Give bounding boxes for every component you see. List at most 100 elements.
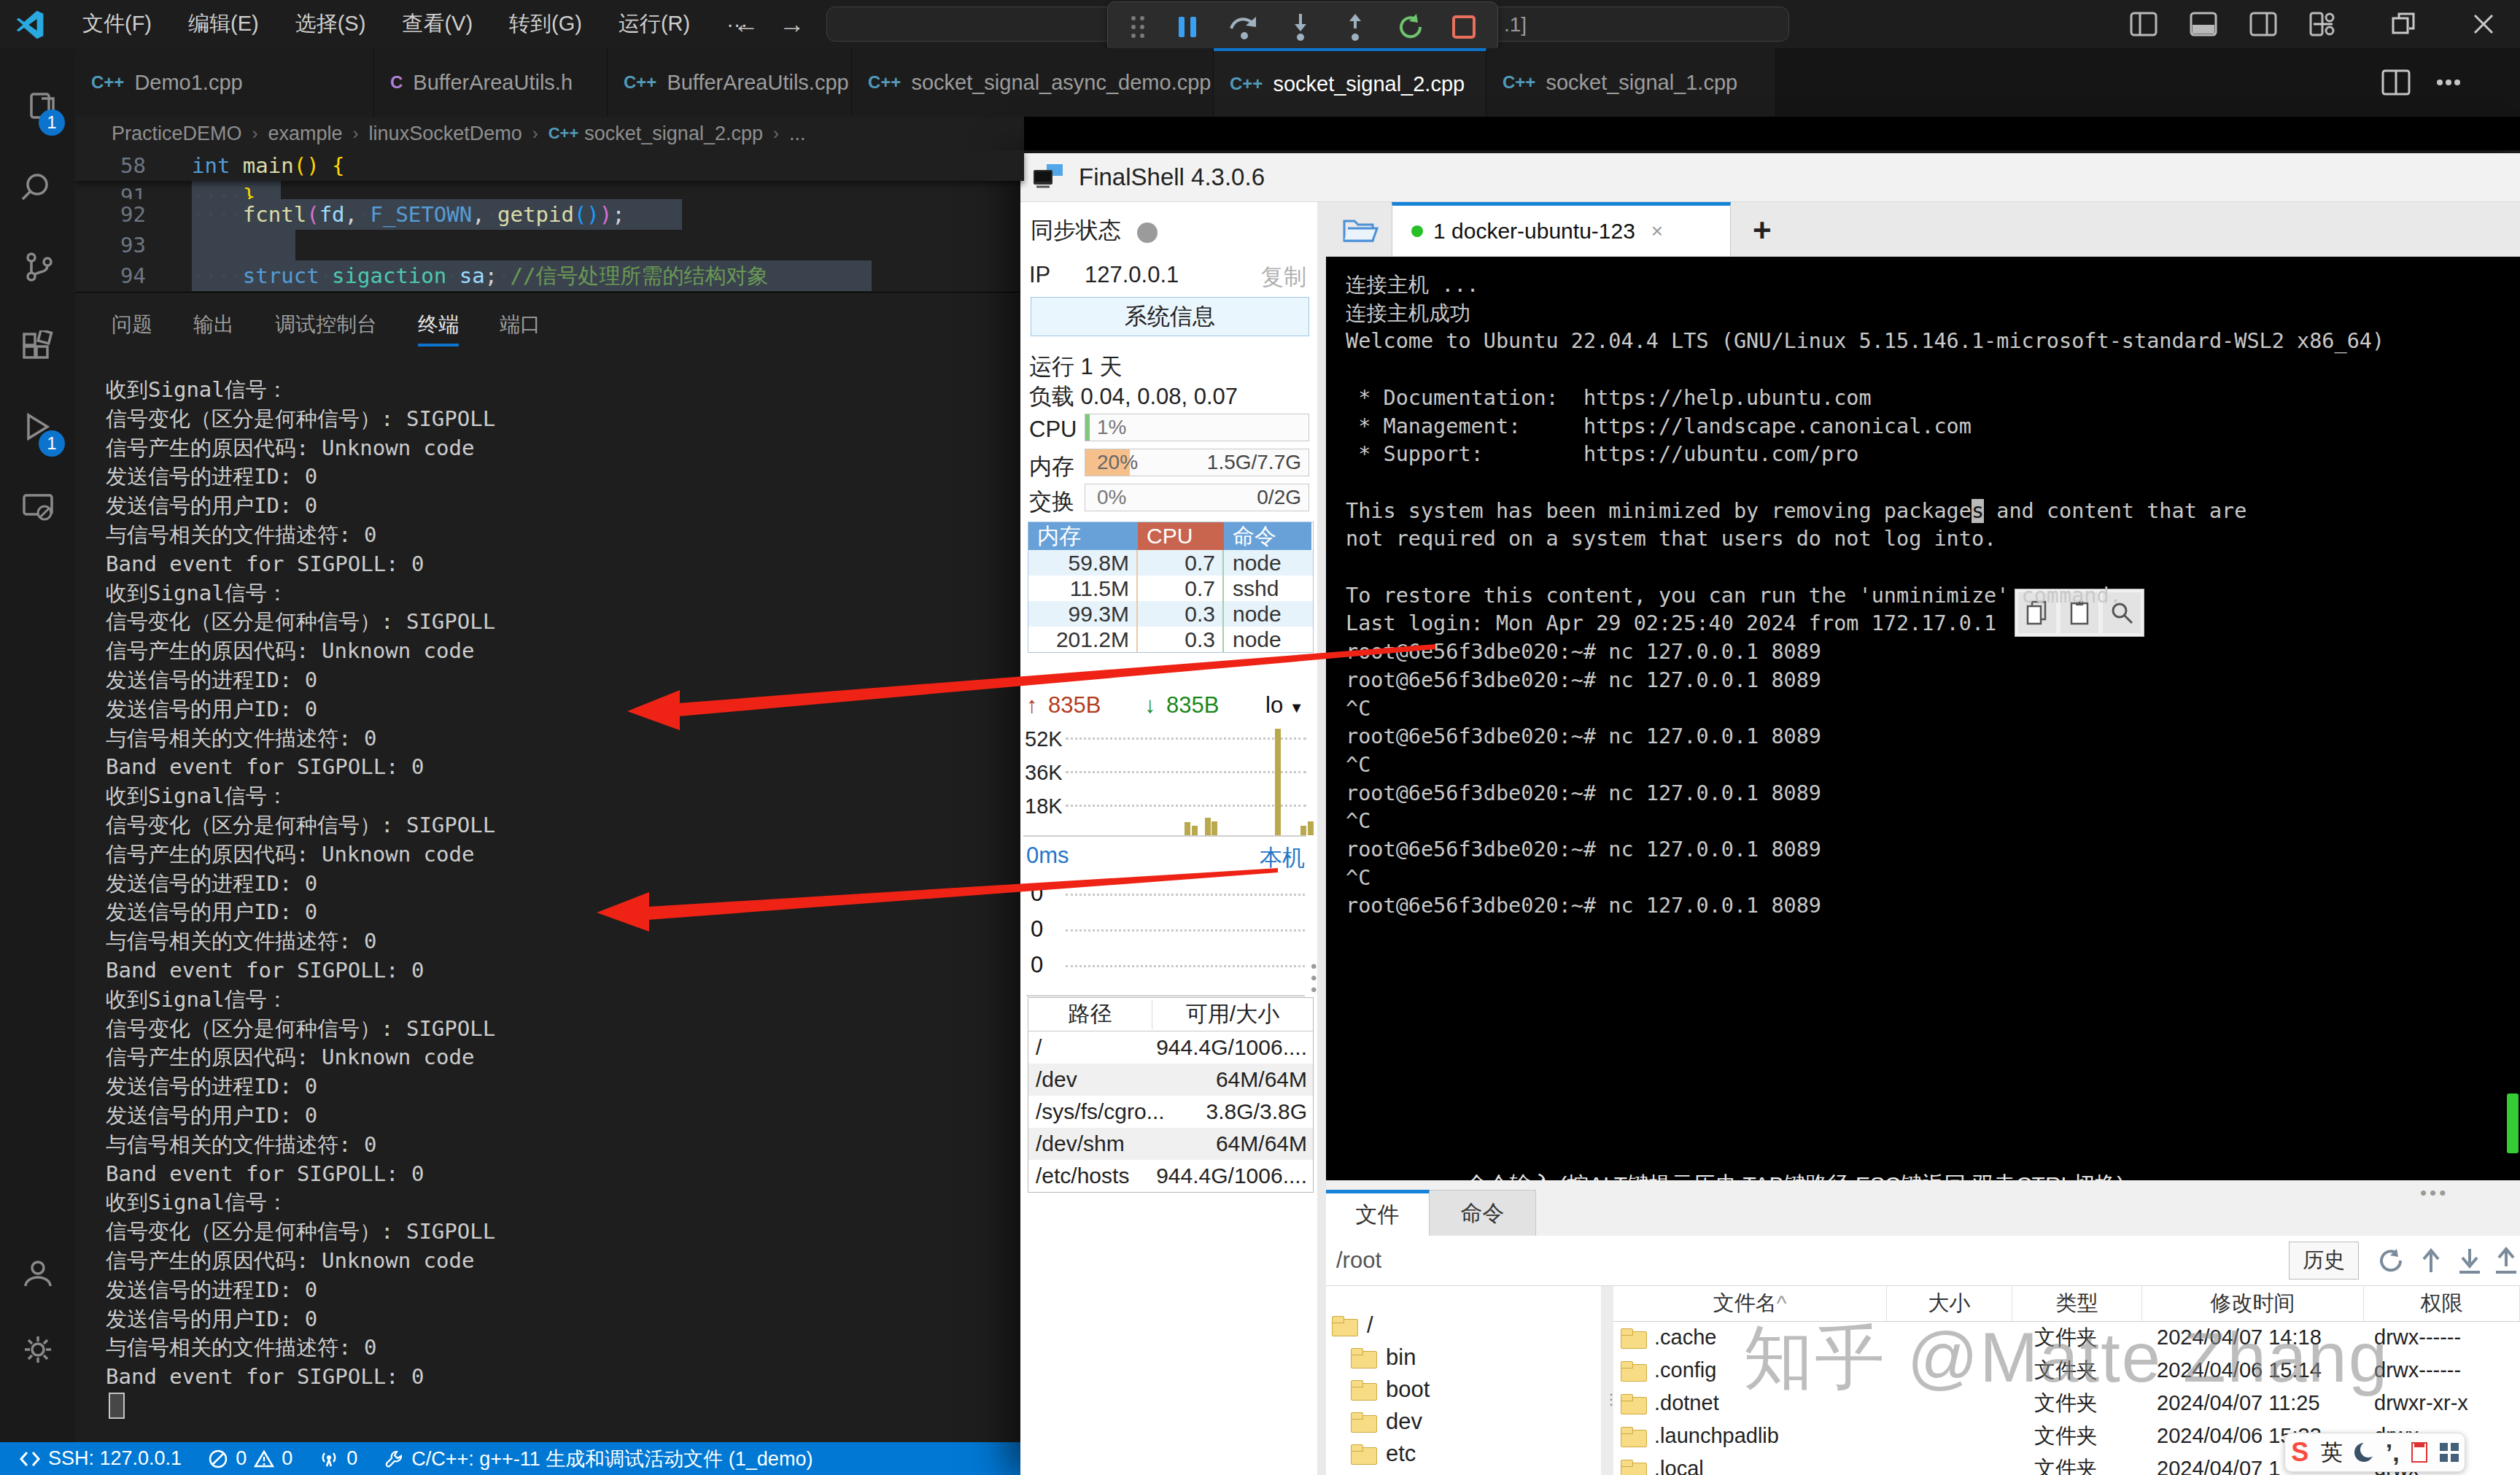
menu-item[interactable]: 文件(F) (69, 7, 165, 42)
ime-clipboard-icon[interactable] (2411, 1442, 2427, 1463)
new-tab-icon[interactable]: + (1753, 212, 1772, 249)
editor-tab[interactable]: C++socket_signal_1.cpp (1486, 48, 1776, 117)
copy-button[interactable]: 复制 (1261, 262, 1306, 293)
process-row[interactable]: 201.2M0.3node (1028, 627, 1313, 652)
up-level-icon[interactable] (2416, 1246, 2446, 1275)
disk-row[interactable]: /944.4G/1006.... (1028, 1031, 1313, 1064)
panel-tab-item[interactable]: 端口 (500, 303, 540, 347)
history-button[interactable]: 历史 (2289, 1242, 2359, 1280)
tab-commands[interactable]: 命令 (1430, 1190, 1536, 1236)
more-actions-icon[interactable] (2435, 78, 2462, 87)
integrated-terminal[interactable]: 收到Signal信号：信号变化（区分是何种信号）: SIGPOLL信号产生的原因… (106, 375, 1010, 1418)
sogou-logo[interactable]: S (2291, 1437, 2308, 1468)
menu-item[interactable]: 选择(S) (282, 7, 379, 42)
step-over-icon[interactable] (1228, 12, 1260, 42)
process-row[interactable]: 99.3M0.3node (1028, 601, 1313, 627)
panel-tab-item[interactable]: 输出 (193, 303, 234, 347)
menu-item[interactable]: 转到(G) (496, 7, 595, 42)
process-col-header[interactable]: 内存 (1028, 522, 1138, 550)
ime-grid-icon[interactable] (2440, 1443, 2459, 1462)
panel-tab-item[interactable]: 调试控制台 (275, 303, 377, 347)
restart-icon[interactable] (1396, 12, 1425, 42)
tab-files[interactable]: 文件 (1326, 1190, 1430, 1236)
open-folder-icon[interactable] (1342, 215, 1380, 244)
file-row-name[interactable]: .local (1621, 1452, 1883, 1475)
extensions-icon[interactable] (0, 311, 75, 384)
close-button[interactable] (2447, 0, 2520, 48)
breadcrumb-item[interactable]: socket_signal_2.cpp (584, 123, 763, 145)
disk-row[interactable]: /dev/shm64M/64M (1028, 1128, 1313, 1160)
toggle-panel-icon[interactable] (2190, 12, 2217, 36)
explorer-icon[interactable]: 1 (0, 70, 75, 143)
tree-scrollbar[interactable]: ⋮ (1601, 1286, 1613, 1475)
file-row-name[interactable]: .launchpadlib (1621, 1420, 1883, 1452)
breadcrumb-item[interactable]: ... (789, 123, 806, 145)
interface-select[interactable]: lo ▼ (1265, 692, 1304, 719)
terminal-scrollbar[interactable] (2507, 1093, 2519, 1153)
editor-tab[interactable]: C++socket_signal_async_demo.cpp (852, 48, 1214, 117)
upload-icon[interactable] (2492, 1246, 2520, 1275)
ping-host[interactable]: 本机 (1260, 843, 1305, 873)
nav-back-icon[interactable]: ← (733, 0, 759, 48)
breadcrumb-item[interactable]: linuxSocketDemo (369, 123, 522, 145)
remote-explorer-icon[interactable] (0, 471, 75, 544)
panel-tab-active[interactable]: 终端 (418, 303, 459, 347)
ssh-terminal[interactable]: 命令输入 (按ALT键提示历史,TAB键路径,ESC键返回,双击CTRL切换) … (1326, 257, 2520, 1180)
split-editor-icon[interactable] (2381, 69, 2411, 96)
minimize-button[interactable] (2287, 0, 2360, 48)
editor-tab[interactable]: C++socket_signal_2.cpp (1214, 48, 1486, 117)
disk-row[interactable]: /dev64M/64M (1028, 1064, 1313, 1096)
run-debug-icon[interactable]: 1 (0, 391, 75, 464)
accounts-icon[interactable] (0, 1237, 75, 1310)
step-out-icon[interactable] (1341, 12, 1370, 42)
task-indicator[interactable]: C/C++: g++-11 生成和调试活动文件 (1_demo) (371, 1442, 826, 1475)
system-info-button[interactable]: 系统信息 (1031, 297, 1309, 336)
remote-indicator[interactable]: SSH: 127.0.0.1 (0, 1442, 195, 1475)
tree-item[interactable]: etc (1351, 1441, 1416, 1467)
disk-row[interactable]: /sys/fs/cgro...3.8G/3.8G (1028, 1096, 1313, 1128)
restore-button[interactable] (2367, 0, 2440, 48)
problems-indicator[interactable]: 0 0 (195, 1442, 306, 1475)
sidebar-divider[interactable] (1317, 202, 1326, 1475)
ports-indicator[interactable]: 0 (306, 1442, 371, 1475)
search-icon[interactable] (0, 150, 75, 223)
breadcrumb-item[interactable]: PracticeDEMO (112, 123, 242, 145)
download-icon[interactable] (2455, 1246, 2484, 1275)
toggle-sidebar-icon[interactable] (2130, 12, 2157, 36)
refresh-icon[interactable] (2376, 1246, 2405, 1275)
source-control-icon[interactable] (0, 231, 75, 303)
terminal-tab[interactable]: 1 docker-ubuntu-123 × (1392, 202, 1731, 256)
finalshell-window: FinalShell 4.3.0.6 同步状态IP127.0.0.1复制系统信息… (1020, 153, 2520, 1475)
breadcrumb-item[interactable]: example (268, 123, 343, 145)
editor-tab[interactable]: CBufferAreaUtils.h (374, 48, 608, 117)
disk-row[interactable]: /etc/hosts944.4G/1006.... (1028, 1160, 1313, 1192)
tree-item[interactable]: bin (1351, 1344, 1416, 1371)
panel-splitter-handle[interactable]: ••• (2420, 1182, 2449, 1204)
sidebar-splitter-dots[interactable]: ••• (1311, 961, 1317, 996)
editor-tab[interactable]: C++Demo1.cpp (75, 48, 374, 117)
close-tab-icon[interactable]: × (1651, 220, 1663, 243)
process-row[interactable]: 59.8M0.7node (1028, 550, 1313, 576)
ime-moon-icon[interactable] (2354, 1443, 2373, 1462)
step-into-icon[interactable] (1286, 12, 1315, 42)
menu-item[interactable]: 查看(V) (389, 7, 486, 42)
pause-icon[interactable] (1173, 12, 1202, 42)
current-path[interactable]: /root (1336, 1247, 1381, 1274)
process-row[interactable]: 11.5M0.7sshd (1028, 576, 1313, 601)
menu-item[interactable]: 运行(R) (605, 7, 703, 42)
ime-lang[interactable]: 英 (2321, 1438, 2343, 1468)
toggle-secondary-sidebar-icon[interactable] (2249, 12, 2277, 36)
process-col-header[interactable]: CPU (1138, 522, 1224, 550)
menu-item[interactable]: 编辑(E) (175, 7, 272, 42)
settings-gear-icon[interactable] (0, 1314, 75, 1387)
tree-item[interactable]: dev (1351, 1409, 1422, 1435)
tree-item[interactable]: / (1332, 1312, 1373, 1339)
editor-tab[interactable]: C++BufferAreaUtils.cpp (608, 48, 852, 117)
drag-handle-icon[interactable] (1128, 12, 1147, 42)
ime-punct-icon[interactable]: ’, (2386, 1439, 2400, 1467)
panel-tab-item[interactable]: 问题 (112, 303, 152, 347)
nav-forward-icon[interactable]: → (779, 0, 805, 48)
tree-item[interactable]: boot (1351, 1377, 1430, 1403)
process-col-header[interactable]: 命令 (1224, 522, 1311, 550)
stop-icon[interactable] (1451, 12, 1477, 42)
